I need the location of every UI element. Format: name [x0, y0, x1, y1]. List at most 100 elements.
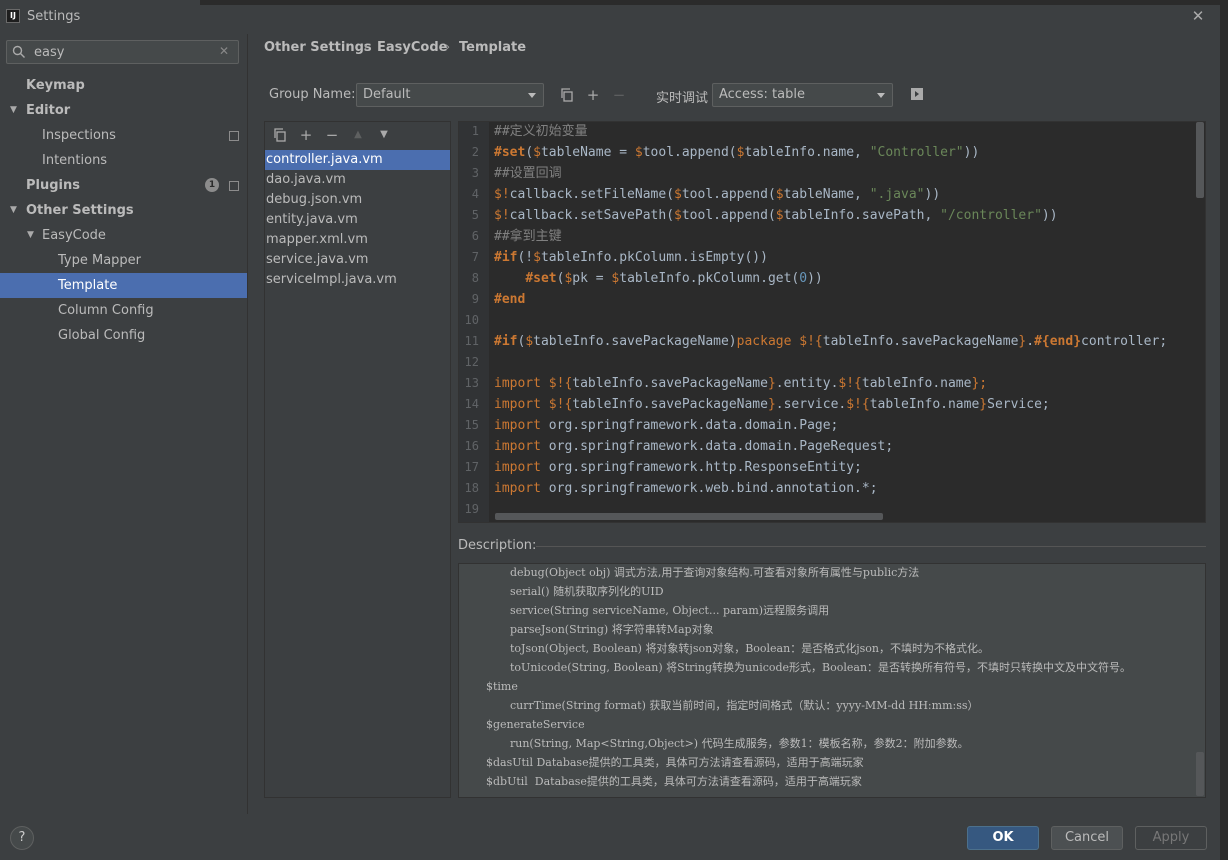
description-line: parseJson(String) 将字符串转Map对象 — [510, 623, 714, 636]
file-list-item[interactable]: controller.java.vm — [265, 150, 450, 170]
file-list-item[interactable]: service.java.vm — [265, 250, 450, 270]
intellij-icon: IJ — [6, 9, 20, 23]
chevron-down-icon[interactable]: ▼ — [10, 98, 17, 123]
code-line[interactable]: ##定义初始变量 — [494, 121, 588, 142]
code-token: } — [979, 397, 988, 412]
background-window-edge — [1220, 0, 1228, 860]
search-icon — [12, 45, 25, 58]
code-token: . — [1026, 334, 1035, 349]
search-input[interactable] — [34, 41, 214, 63]
cancel-button[interactable]: Cancel — [1051, 826, 1123, 850]
sidebar-item-global-config[interactable]: Global Config — [0, 323, 247, 348]
vertical-scrollbar[interactable] — [1196, 122, 1204, 198]
description-scrollbar[interactable] — [1196, 752, 1204, 796]
sidebar-item-keymap[interactable]: Keymap — [0, 73, 247, 98]
code-line[interactable]: import $!{tableInfo.savePackageName}.ent… — [494, 373, 987, 394]
description-line: toUnicode(String, Boolean) 将String转换为uni… — [510, 661, 1132, 674]
code-token: import — [494, 439, 549, 454]
code-line[interactable]: import $!{tableInfo.savePackageName}.ser… — [494, 394, 1050, 415]
line-number: 17 — [464, 460, 479, 474]
run-debug-icon[interactable] — [909, 87, 925, 103]
code-line[interactable]: ##拿到主键 — [494, 226, 562, 247]
remove-group-icon[interactable]: − — [611, 87, 627, 103]
code-line[interactable]: #set($pk = $tableInfo.pkColumn.get(0)) — [494, 268, 822, 289]
code-line[interactable]: import org.springframework.http.Response… — [494, 457, 862, 478]
sidebar-item-template[interactable]: Template — [0, 273, 247, 298]
line-number: 7 — [471, 250, 479, 264]
code-line[interactable]: $!callback.setFileName($tool.append($tab… — [494, 184, 940, 205]
chevron-down-icon[interactable]: ▼ — [27, 223, 34, 248]
code-line[interactable]: import org.springframework.data.domain.P… — [494, 415, 838, 436]
code-token: $! — [494, 208, 510, 223]
code-line[interactable]: #if(!$tableInfo.pkColumn.isEmpty()) — [494, 247, 768, 268]
line-number: 16 — [464, 439, 479, 453]
move-up-icon[interactable]: ▲ — [350, 127, 366, 143]
sidebar-item-plugins[interactable]: Plugins 1 — [0, 173, 247, 198]
description-line: debug(Object obj) 调式方法,用于查询对象结构.可查看对象所有属… — [510, 566, 920, 579]
sidebar-item-column-config[interactable]: Column Config — [0, 298, 247, 323]
dropdown-arrow-icon — [528, 93, 536, 98]
sidebar-item-label: Template — [58, 278, 118, 293]
code-token: org.springframework.web.bind.annotation.… — [548, 481, 878, 496]
description-line: toJson(Object, Boolean) 将对象转json对象，Boole… — [510, 642, 989, 655]
copy-group-icon[interactable] — [559, 87, 575, 103]
code-token: ".java" — [869, 187, 925, 202]
file-list-item[interactable]: serviceImpl.java.vm — [265, 270, 450, 290]
move-down-icon[interactable]: ▼ — [376, 127, 392, 143]
group-name-select[interactable]: Default — [356, 83, 544, 107]
code-token: tool.append( — [681, 208, 776, 223]
horizontal-scrollbar[interactable] — [495, 513, 883, 520]
sidebar-item-other-settings[interactable]: ▼ Other Settings — [0, 198, 247, 223]
debug-table-select[interactable]: Access: table — [712, 83, 893, 107]
code-line[interactable]: import org.springframework.data.domain.P… — [494, 436, 893, 457]
sidebar-item-inspections[interactable]: Inspections — [0, 123, 247, 148]
ok-button[interactable]: OK — [967, 826, 1039, 850]
chevron-down-icon[interactable]: ▼ — [10, 198, 17, 223]
code-token: tableInfo.pkColumn.isEmpty()) — [540, 250, 768, 265]
code-line[interactable]: #end — [494, 289, 525, 310]
line-number: 14 — [464, 397, 479, 411]
panel-divider[interactable] — [247, 34, 248, 814]
close-icon[interactable]: ✕ — [1190, 8, 1206, 24]
code-line[interactable]: import org.springframework.web.bind.anno… — [494, 478, 878, 499]
help-button[interactable]: ? — [10, 826, 34, 850]
sidebar-item-intentions[interactable]: Intentions — [0, 148, 247, 173]
code-line[interactable]: #set($tableName = $tool.append($tableInf… — [494, 142, 979, 163]
clear-search-icon[interactable]: ✕ — [219, 45, 231, 57]
code-token: .service. — [775, 397, 847, 412]
code-token: tableName = — [540, 145, 635, 160]
code-line[interactable]: $!callback.setSavePath($tool.append($tab… — [494, 205, 1058, 226]
code-token: } — [767, 376, 776, 391]
add-group-icon[interactable]: + — [585, 87, 601, 103]
code-token: tableInfo.savePath, — [783, 208, 941, 223]
copy-file-icon[interactable] — [272, 127, 288, 143]
code-token: ##设置回调 — [494, 166, 562, 181]
code-token: #{end} — [1034, 334, 1082, 349]
remove-file-icon[interactable]: − — [324, 127, 340, 143]
code-token: org.springframework.http.ResponseEntity; — [548, 460, 862, 475]
code-token: $!{ — [548, 376, 573, 391]
sidebar-item-label: Global Config — [58, 328, 146, 343]
description-line: $generateService — [486, 718, 585, 731]
file-list-item[interactable]: debug.json.vm — [265, 190, 450, 210]
sidebar-item-type-mapper[interactable]: Type Mapper — [0, 248, 247, 273]
file-list-item[interactable]: dao.java.vm — [265, 170, 450, 190]
project-scope-icon — [229, 131, 239, 141]
code-token: )) — [924, 187, 941, 202]
code-line[interactable]: #if($tableInfo.savePackageName)package $… — [494, 331, 1167, 352]
line-number: 9 — [471, 292, 479, 306]
apply-button[interactable]: Apply — [1135, 826, 1207, 850]
code-token: $ — [634, 145, 643, 160]
sidebar-item-label: Type Mapper — [58, 253, 142, 268]
sidebar-item-editor[interactable]: ▼ Editor — [0, 98, 247, 123]
line-number: 4 — [471, 187, 479, 201]
line-number: 3 — [471, 166, 479, 180]
sidebar-item-easycode[interactable]: ▼ EasyCode — [0, 223, 247, 248]
copy-icon — [274, 128, 286, 142]
copy-icon — [561, 88, 573, 102]
file-list-item[interactable]: entity.java.vm — [265, 210, 450, 230]
line-number: 8 — [471, 271, 479, 285]
file-list-item[interactable]: mapper.xml.vm — [265, 230, 450, 250]
add-file-icon[interactable]: + — [298, 127, 314, 143]
code-line[interactable]: ##设置回调 — [494, 163, 562, 184]
